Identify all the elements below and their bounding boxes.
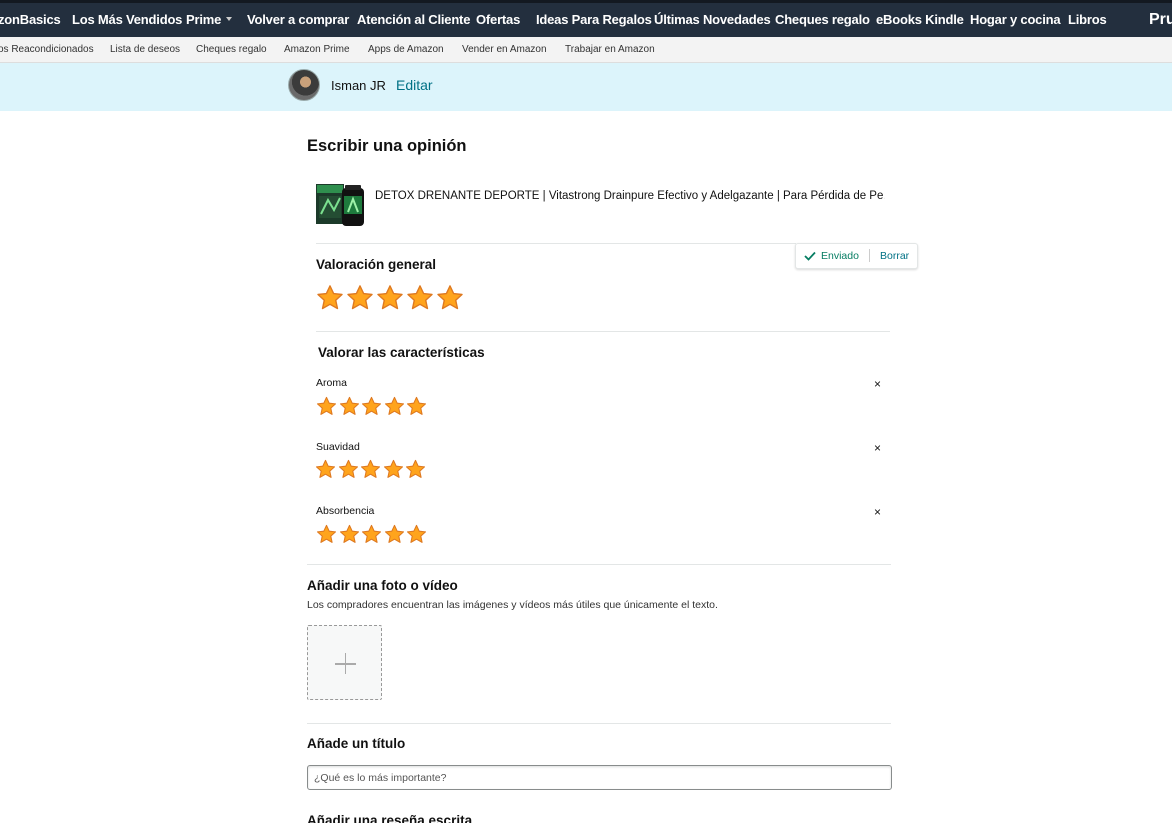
sub-nav-gift-cards[interactable]: Cheques regalo [196,44,267,55]
media-title: Añadir una foto o vídeo [307,578,458,593]
feature-stars-suavidad[interactable] [315,459,428,480]
divider [316,331,890,332]
star-icon[interactable] [406,396,427,417]
review-title-heading: Añade un título [307,736,406,751]
divider [307,564,891,565]
avatar [288,69,320,101]
nav-item-prime[interactable]: Prime [186,12,233,27]
written-review-heading: Añadir una reseña escrita [307,813,473,823]
star-icon[interactable] [360,459,381,480]
nav-item-bestsellers[interactable]: Los Más Vendidos [72,12,182,27]
star-icon[interactable] [316,524,337,545]
overall-rating-stars[interactable] [316,284,466,312]
delete-rating-link[interactable]: Borrar [880,250,909,262]
star-icon[interactable] [406,284,434,312]
nav-item-books[interactable]: Libros [1068,12,1107,27]
edit-profile-link[interactable]: Editar [396,77,433,93]
nav-item-deals[interactable]: Ofertas [476,12,520,27]
star-icon[interactable] [376,284,404,312]
profile-bar: Isman JR Editar [0,63,1172,111]
close-icon[interactable]: × [874,441,881,455]
status-separator [869,249,870,262]
nav-item-gift-ideas[interactable]: Ideas Para Regalos [536,12,652,27]
media-helper-text: Los compradores encuentran las imágenes … [307,599,718,611]
star-icon[interactable] [384,524,405,545]
plus-icon [344,653,346,674]
close-icon[interactable]: × [874,505,881,519]
divider [307,723,891,724]
star-icon[interactable] [406,524,427,545]
star-icon[interactable] [436,284,464,312]
star-icon[interactable] [383,459,404,480]
divider [316,243,796,244]
nav-item-buy-again[interactable]: Volver a comprar [247,12,349,27]
star-icon[interactable] [384,396,405,417]
main-nav: zonBasics Los Más Vendidos Prime Volver … [0,0,1172,37]
star-icon[interactable] [339,524,360,545]
sub-nav-jobs[interactable]: Trabajar en Amazon [565,44,655,55]
profile-name: Isman JR [331,78,386,93]
star-icon[interactable] [338,459,359,480]
sub-nav-refurbished[interactable]: os Reacondicionados [0,44,94,55]
product-title[interactable]: DETOX DRENANTE DEPORTE | Vitastrong Drai… [375,190,885,202]
star-icon[interactable] [339,396,360,417]
star-icon[interactable] [361,396,382,417]
sub-nav-sell[interactable]: Vender en Amazon [462,44,547,55]
page-title: Escribir una opinión [307,137,467,155]
sub-nav-amazon-prime[interactable]: Amazon Prime [284,44,350,55]
nav-item-customer-service[interactable]: Atención al Cliente [357,12,470,27]
sub-nav: os Reacondicionados Lista de deseos Cheq… [0,37,1172,63]
feature-stars-aroma[interactable] [316,396,429,417]
rating-status: Enviado Borrar [795,243,918,269]
star-icon[interactable] [315,459,336,480]
feature-ratings-title: Valorar las características [318,345,485,360]
review-title-input[interactable] [307,765,892,790]
close-icon[interactable]: × [874,377,881,391]
nav-item-home-kitchen[interactable]: Hogar y cocina [970,12,1061,27]
nav-item-gift-cards[interactable]: Cheques regalo [775,12,870,27]
check-icon [804,251,816,261]
star-icon[interactable] [346,284,374,312]
feature-label-suavidad: Suavidad [316,441,360,453]
star-icon[interactable] [405,459,426,480]
nav-item-prime-label: Prime [186,12,222,27]
nav-item-new-releases[interactable]: Últimas Novedades [654,12,771,27]
star-icon[interactable] [316,396,337,417]
nav-prime-promo[interactable]: Pru [1149,11,1172,29]
feature-label-absorbencia: Absorbencia [316,505,375,517]
nav-item-amazonbasics[interactable]: zonBasics [0,12,61,27]
overall-rating-title: Valoración general [316,257,437,272]
sub-nav-amazon-apps[interactable]: Apps de Amazon [368,44,444,55]
caret-down-icon [226,17,233,21]
star-icon[interactable] [316,284,344,312]
status-sent-label: Enviado [821,250,859,262]
upload-media-button[interactable] [307,625,382,700]
feature-label-aroma: Aroma [316,377,347,389]
nav-item-kindle-ebooks[interactable]: eBooks Kindle [876,12,964,27]
sub-nav-wishlist[interactable]: Lista de deseos [110,44,180,55]
feature-stars-absorbencia[interactable] [316,524,429,545]
product-image [316,184,364,226]
star-icon[interactable] [361,524,382,545]
